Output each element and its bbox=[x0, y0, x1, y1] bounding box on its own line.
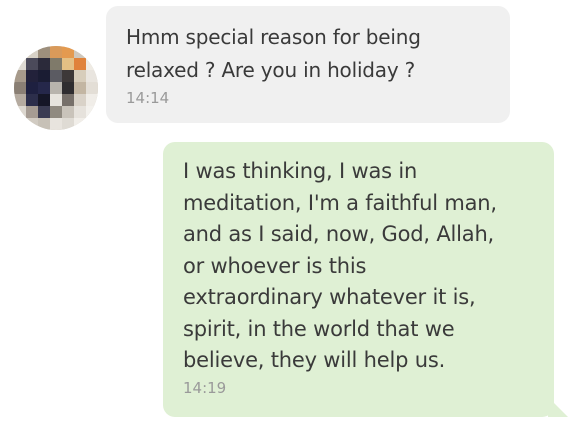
bubble-tail-icon bbox=[548, 397, 568, 417]
outgoing-message-text: I was thinking, I was in meditation, I'm… bbox=[183, 159, 497, 372]
pixelated-avatar-icon bbox=[14, 46, 98, 130]
incoming-message-text: Hmm special reason for being relaxed ? A… bbox=[126, 25, 421, 82]
incoming-message-bubble[interactable]: Hmm special reason for being relaxed ? A… bbox=[106, 6, 510, 123]
outgoing-message-bubble[interactable]: I was thinking, I was in meditation, I'm… bbox=[163, 142, 568, 417]
incoming-message-time: 14:14 bbox=[126, 89, 170, 107]
outgoing-message-time: 14:19 bbox=[183, 378, 227, 397]
contact-avatar[interactable] bbox=[14, 46, 98, 130]
